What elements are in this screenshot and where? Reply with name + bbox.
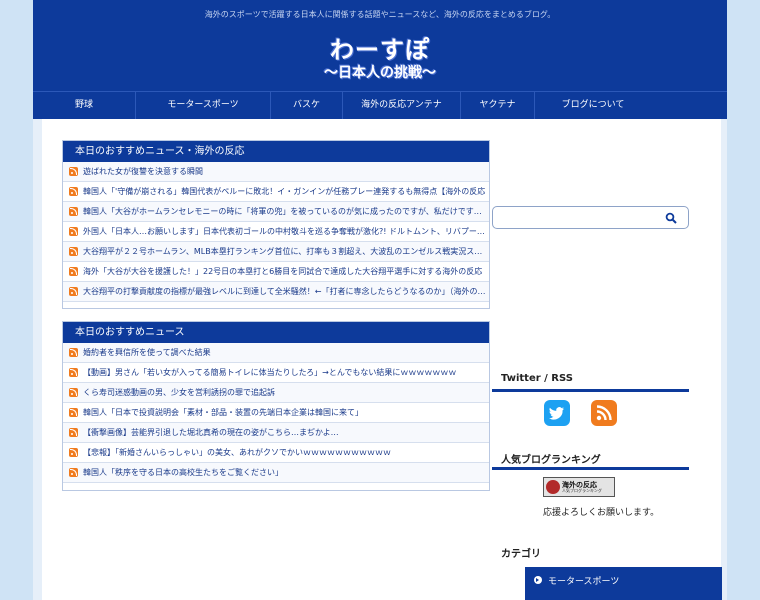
news-link[interactable]: 【衝撃画像】芸能界引退した堀北真希の現在の姿がこちら…まぢかよ… — [83, 427, 339, 438]
nav-item-antenna[interactable]: 海外の反応アンテナ — [343, 92, 461, 120]
ranking-logo-icon — [546, 480, 560, 494]
news-link[interactable]: くら寿司迷惑動画の男、少女を営利誘拐の罪で追起訴 — [83, 387, 275, 398]
rss-icon — [69, 368, 78, 377]
news-item[interactable]: 外国人「日本人…お願いします」日本代表初ゴールの中村敬斗を巡る争奪戦が激化?! … — [63, 222, 489, 242]
news-link[interactable]: 韓国人「'守備が崩される」韓国代表がペルーに敗北！イ・ガンインが任務プレー連発す… — [83, 186, 485, 197]
nav-item-baseball[interactable]: 野球 — [33, 92, 136, 120]
recommended-news-reactions-box: 本日のおすすめニュース・海外の反応 遊ばれた女が復讐を決意する瞬間 韓国人「'守… — [62, 140, 490, 309]
news-item[interactable]: 海外「大谷が大谷を援護した！」22号日の本塁打と6勝目を同試合で達成した大谷翔平… — [63, 262, 489, 282]
heading-rule — [492, 389, 689, 392]
recommended-news-box: 本日のおすすめニュース 婚約者を興信所を使って調べた結果 【動画】男さん「若い女… — [62, 321, 490, 491]
news-item[interactable]: 韓国人「秩序を守る日本の高校生たちをご覧ください」 — [63, 463, 489, 483]
news-item[interactable]: 婚約者を興信所を使って調べた結果 — [63, 343, 489, 363]
rss-icon — [69, 267, 78, 276]
news-item[interactable]: 大谷翔平が２２号ホームラン、MLB本塁打ランキング首位に、打率も３割超え、大波乱… — [63, 242, 489, 262]
category-label[interactable]: モータースポーツ — [548, 574, 619, 587]
chevron-right-icon — [534, 576, 542, 584]
rss-icon — [69, 247, 78, 256]
rss-icon — [69, 428, 78, 437]
nav-item-yakutena[interactable]: ヤクテナ — [461, 92, 535, 120]
left-gutter — [33, 119, 42, 600]
blog-ranking-banner[interactable]: 海外の反応 人気ブログランキング — [543, 477, 615, 497]
news-item[interactable]: 大谷翔平の打撃貢献度の指標が最強レベルに到達して全米騒然！←「打者に専念したらど… — [63, 282, 489, 302]
news-link[interactable]: 韓国人「大谷がホームランセレモニーの時に「将軍の兜」を被っているのが気に成ったの… — [83, 206, 489, 217]
news-item[interactable]: くら寿司迷惑動画の男、少女を営利誘拐の罪で追起訴 — [63, 383, 489, 403]
ranking-banner-subtitle: 人気ブログランキング — [562, 487, 602, 493]
rss-icon — [69, 287, 78, 296]
news-link[interactable]: 韓国人「日本で投資説明会「素材・部品・装置の先端日本企業は韓国に来て」 — [83, 407, 363, 418]
rss-icon — [69, 187, 78, 196]
rss-icon — [69, 468, 78, 477]
news-item[interactable]: 韓国人「大谷がホームランセレモニーの時に「将軍の兜」を被っているのが気に成ったの… — [63, 202, 489, 222]
site-logo-subtitle[interactable]: 〜日本人の挑戦〜 — [33, 62, 727, 82]
rss-icon — [69, 167, 78, 176]
nav-item-basketball[interactable]: バスケ — [271, 92, 343, 120]
news-link[interactable]: 韓国人「秩序を守る日本の高校生たちをご覧ください」 — [83, 467, 283, 478]
right-gutter — [721, 119, 727, 600]
news-list[interactable]: 遊ばれた女が復讐を決意する瞬間 韓国人「'守備が崩される」韓国代表がペルーに敗北… — [63, 162, 489, 309]
rss-feed-icon[interactable] — [591, 400, 617, 426]
site-logo[interactable]: わーすぽ — [33, 30, 727, 65]
box-title: 本日のおすすめニュース — [63, 322, 489, 343]
news-item[interactable]: 韓国人「'守備が崩される」韓国代表がペルーに敗北！イ・ガンインが任務プレー連発す… — [63, 182, 489, 202]
news-link[interactable]: 外国人「日本人…お願いします」日本代表初ゴールの中村敬斗を巡る争奪戦が激化?! … — [83, 226, 489, 237]
twitter-icon[interactable] — [544, 400, 570, 426]
content-area: 本日のおすすめニュース・海外の反応 遊ばれた女が復讐を決意する瞬間 韓国人「'守… — [33, 119, 727, 600]
news-item[interactable]: 遊ばれた女が復讐を決意する瞬間 — [63, 162, 489, 182]
heading-rule — [492, 467, 689, 470]
news-item[interactable]: 韓国人「日本で投資説明会「素材・部品・装置の先端日本企業は韓国に来て」 — [63, 403, 489, 423]
search-icon[interactable] — [665, 212, 677, 224]
support-text: 応援よろしくお願いします。 — [543, 508, 660, 518]
news-item[interactable]: 【衝撃画像】芸能界引退した堀北真希の現在の姿がこちら…まぢかよ… — [63, 423, 489, 443]
news-link[interactable]: 婚約者を興信所を使って調べた結果 — [83, 347, 211, 358]
site-tagline: 海外のスポーツで活躍する日本人に関係する話題やニュースなど、海外の反応をまとめる… — [204, 10, 556, 19]
box-title: 本日のおすすめニュース・海外の反応 — [63, 141, 489, 162]
rss-icon — [69, 348, 78, 357]
news-link[interactable]: 遊ばれた女が復讐を決意する瞬間 — [83, 166, 203, 177]
news-link[interactable]: 【動画】男さん「若い女が入ってる簡易トイレに体当たりしたろ」→とんでもない結果に… — [83, 367, 456, 378]
search-input[interactable] — [492, 206, 689, 229]
news-item[interactable]: 【悲報】「新婚さんいらっしゃい」の美女、あれがクソでかいｗｗｗｗｗｗｗｗｗｗｗ — [63, 443, 489, 463]
ranking-heading: 人気ブログランキング — [501, 455, 601, 466]
nav-item-motorsports[interactable]: モータースポーツ — [136, 92, 271, 120]
site-header: 海外のスポーツで活躍する日本人に関係する話題やニュースなど、海外の反応をまとめる… — [33, 0, 727, 91]
rss-icon — [69, 207, 78, 216]
global-nav: 野球 モータースポーツ バスケ 海外の反応アンテナ ヤクテナ ブログについて — [33, 91, 727, 120]
news-link[interactable]: 大谷翔平の打撃貢献度の指標が最強レベルに到達して全米騒然！←「打者に専念したらど… — [83, 286, 489, 297]
news-item[interactable]: 【動画】男さん「若い女が入ってる簡易トイレに体当たりしたろ」→とんでもない結果に… — [63, 363, 489, 383]
rss-icon — [69, 448, 78, 457]
nav-item-about[interactable]: ブログについて — [535, 92, 651, 120]
category-heading: カテゴリ — [501, 549, 541, 560]
news-list[interactable]: 婚約者を興信所を使って調べた結果 【動画】男さん「若い女が入ってる簡易トイレに体… — [63, 343, 489, 491]
twitter-rss-heading: Twitter / RSS — [501, 373, 573, 384]
news-link[interactable]: 大谷翔平が２２号ホームラン、MLB本塁打ランキング首位に、打率も３割超え、大波乱… — [83, 246, 489, 257]
rss-icon — [69, 388, 78, 397]
news-link[interactable]: 【悲報】「新婚さんいらっしゃい」の美女、あれがクソでかいｗｗｗｗｗｗｗｗｗｗｗ — [83, 447, 391, 458]
rss-icon — [69, 408, 78, 417]
news-link[interactable]: 海外「大谷が大谷を援護した！」22号日の本塁打と6勝目を同試合で達成した大谷翔平… — [83, 266, 482, 277]
rss-icon — [69, 227, 78, 236]
category-list: モータースポーツ — [525, 567, 722, 600]
category-item-motorsports[interactable]: モータースポーツ — [525, 567, 722, 593]
